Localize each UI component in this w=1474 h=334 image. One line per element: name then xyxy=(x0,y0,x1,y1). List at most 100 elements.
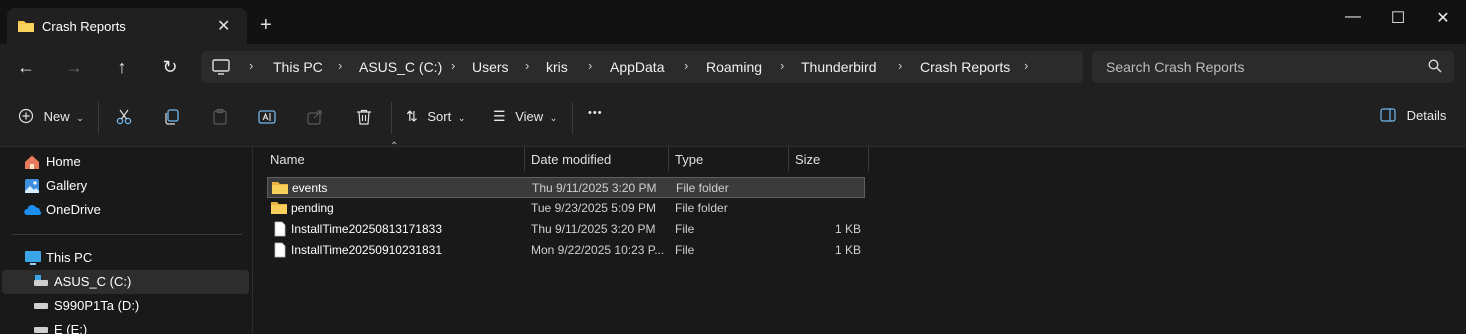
new-button[interactable]: New ⌄ xyxy=(18,108,84,124)
search-box[interactable]: Search Crash Reports xyxy=(1092,51,1454,83)
view-button[interactable]: ☰ View ⌄ xyxy=(493,108,557,125)
column-header-type[interactable]: Type xyxy=(675,152,703,176)
more-options-button[interactable]: ••• xyxy=(588,107,603,119)
breadcrumb-this-pc[interactable]: This PC xyxy=(273,59,323,75)
delete-button[interactable] xyxy=(355,108,373,129)
details-button[interactable]: Details xyxy=(1380,108,1446,123)
monitor-icon xyxy=(212,59,230,78)
breadcrumb-appdata[interactable]: AppData xyxy=(610,59,664,75)
file-name: InstallTime20250813171833 xyxy=(291,222,443,236)
onedrive-icon xyxy=(24,202,42,221)
share-button[interactable] xyxy=(306,108,324,129)
chevron-right-icon[interactable]: › xyxy=(249,58,253,73)
sort-button[interactable]: ⇅ Sort ⌄ xyxy=(406,108,465,125)
breadcrumb-thunderbird[interactable]: Thunderbird xyxy=(801,59,877,75)
sidebar-item-label: Home xyxy=(46,154,81,169)
view-list-icon: ☰ xyxy=(493,108,506,124)
rename-icon xyxy=(258,110,276,124)
sidebar-item-e[interactable]: E (E:) xyxy=(0,318,249,334)
search-input[interactable]: Search Crash Reports xyxy=(1106,59,1245,75)
copy-icon xyxy=(165,109,179,125)
table-row[interactable]: events Thu 9/11/2025 3:20 PM File folder xyxy=(267,177,865,198)
navigation-bar: ← → ↑ ↻ › This PC › ASUS_C (C:) › Users … xyxy=(0,44,1466,90)
sort-label: Sort xyxy=(427,109,452,124)
file-size: 1 KB xyxy=(834,243,861,257)
chevron-down-icon: ⌄ xyxy=(457,113,466,123)
file-type: File xyxy=(675,222,695,236)
folder-icon xyxy=(17,18,35,37)
window-edge xyxy=(1466,0,1474,334)
chevron-down-icon: ⌄ xyxy=(76,113,84,123)
chevron-right-icon[interactable]: › xyxy=(684,58,688,73)
breadcrumb-users[interactable]: Users xyxy=(472,59,509,75)
chevron-right-icon[interactable]: › xyxy=(588,58,592,73)
breadcrumb-asus-c[interactable]: ASUS_C (C:) xyxy=(359,59,442,75)
toolbar-divider xyxy=(391,102,392,134)
file-name: events xyxy=(292,181,328,195)
new-tab-button[interactable]: + xyxy=(260,15,272,35)
command-bar: New ⌄ ⇅ Sort ⌄ ☰ View ⌄ ••• Details xyxy=(0,90,1466,147)
gallery-icon xyxy=(24,178,40,197)
chevron-right-icon[interactable]: › xyxy=(780,58,784,73)
chevron-right-icon[interactable]: › xyxy=(451,58,455,73)
chevron-right-icon[interactable]: › xyxy=(338,58,342,73)
home-icon xyxy=(24,154,40,173)
breadcrumb-crash-reports[interactable]: Crash Reports xyxy=(920,59,1010,75)
search-icon[interactable] xyxy=(1428,59,1442,76)
folder-icon xyxy=(270,200,288,218)
file-icon xyxy=(274,221,286,240)
view-label: View xyxy=(515,109,544,124)
back-button[interactable]: ← xyxy=(14,56,38,80)
column-header-name[interactable]: Name xyxy=(270,152,305,176)
sidebar-item-onedrive[interactable]: OneDrive xyxy=(0,198,249,222)
up-button[interactable]: ↑ xyxy=(110,56,134,80)
breadcrumb-kris[interactable]: kris xyxy=(546,59,568,75)
close-button[interactable]: ✕ xyxy=(1423,8,1463,30)
scissors-icon xyxy=(116,109,132,125)
sort-ascending-icon: ⌃ xyxy=(390,141,399,152)
file-type: File folder xyxy=(676,181,729,195)
column-header-date-modified[interactable]: Date modified xyxy=(531,152,611,176)
file-date: Thu 9/11/2025 3:20 PM xyxy=(531,222,656,236)
chevron-right-icon[interactable]: › xyxy=(525,58,529,73)
tab-close-button[interactable]: ✕ xyxy=(217,16,230,36)
forward-button[interactable]: → xyxy=(62,56,86,80)
table-row[interactable]: InstallTime20250813171833 Thu 9/11/2025 … xyxy=(267,219,865,240)
table-row[interactable]: InstallTime20250910231831 Mon 9/22/2025 … xyxy=(267,240,865,261)
sidebar-item-home[interactable]: Home xyxy=(0,150,249,174)
new-label: New xyxy=(43,109,70,124)
file-name: pending xyxy=(291,201,334,215)
file-date: Mon 9/22/2025 10:23 P... xyxy=(531,243,665,257)
sidebar-item-label: Gallery xyxy=(46,178,88,193)
breadcrumb-roaming[interactable]: Roaming xyxy=(706,59,762,75)
copy-button[interactable] xyxy=(163,108,181,129)
chevron-right-icon[interactable]: › xyxy=(1024,58,1028,73)
column-divider[interactable] xyxy=(668,147,669,171)
arrow-left-icon: ← xyxy=(17,57,35,77)
sidebar-item-label: S990P1Ta (D:) xyxy=(54,298,140,313)
tab-title: Crash Reports xyxy=(42,19,126,34)
address-bar[interactable]: › This PC › ASUS_C (C:) › Users › kris ›… xyxy=(201,51,1083,83)
cut-button[interactable] xyxy=(115,108,133,129)
maximize-button[interactable]: ☐ xyxy=(1378,8,1418,30)
rename-button[interactable] xyxy=(258,108,276,129)
clipboard-icon xyxy=(213,108,227,125)
plus-circle-icon xyxy=(18,108,34,124)
column-divider[interactable] xyxy=(788,147,789,171)
sidebar-item-gallery[interactable]: Gallery xyxy=(0,174,249,198)
refresh-button[interactable]: ↻ xyxy=(158,56,182,80)
sidebar-item-this-pc[interactable]: This PC xyxy=(0,246,249,270)
table-row[interactable]: pending Tue 9/23/2025 5:09 PM File folde… xyxy=(267,198,865,219)
minimize-button[interactable]: — xyxy=(1333,8,1373,30)
column-divider[interactable] xyxy=(524,147,525,171)
trash-icon xyxy=(357,109,371,125)
column-header-size[interactable]: Size xyxy=(795,152,820,176)
paste-button[interactable] xyxy=(211,108,229,129)
sidebar-item-s990p1ta[interactable]: S990P1Ta (D:) xyxy=(0,294,249,318)
tab-crash-reports[interactable]: Crash Reports ✕ xyxy=(7,8,247,44)
file-list: ⌃ Name Date modified Type Size events Th… xyxy=(253,141,1466,334)
chevron-right-icon[interactable]: › xyxy=(898,58,902,73)
sidebar-item-asus-c[interactable]: ASUS_C (C:) xyxy=(2,270,249,294)
file-size: 1 KB xyxy=(834,222,861,236)
column-divider[interactable] xyxy=(868,147,869,171)
